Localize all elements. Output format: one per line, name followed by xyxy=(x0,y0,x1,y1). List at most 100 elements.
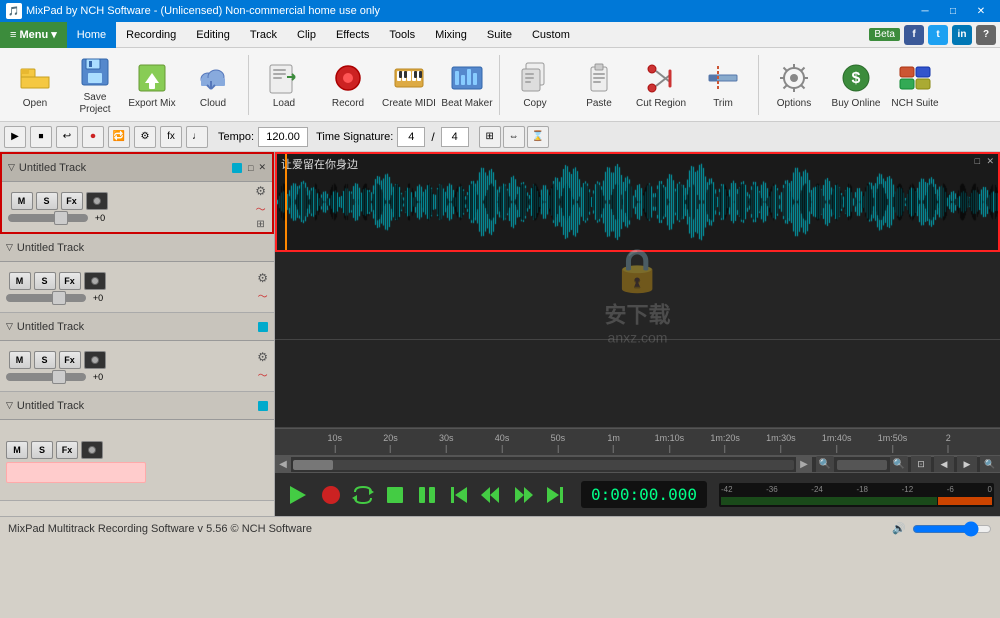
nch-suite-button[interactable]: NCH Suite xyxy=(887,51,943,119)
load-button[interactable]: Load xyxy=(253,51,315,119)
track-mute-4[interactable]: M xyxy=(6,441,28,459)
transport-record-button[interactable] xyxy=(317,481,345,509)
track-wave-icon-3[interactable]: 〜 xyxy=(258,367,268,382)
track-waveform-1[interactable]: 让爱留在你身边 □ ✕ xyxy=(275,152,1000,252)
menu-item-custom[interactable]: Custom xyxy=(522,22,580,48)
master-volume-slider[interactable] xyxy=(912,522,992,536)
menu-item-suite[interactable]: Suite xyxy=(477,22,522,48)
track-settings-icon-1[interactable]: ⚙ xyxy=(255,184,266,198)
buy-online-button[interactable]: $ Buy Online xyxy=(827,51,885,119)
menu-item-clip[interactable]: Clip xyxy=(287,22,326,48)
ctrl-snap-icon[interactable]: ⇔ xyxy=(503,126,525,148)
menu-item-mixing[interactable]: Mixing xyxy=(425,22,477,48)
menu-item-tools[interactable]: Tools xyxy=(379,22,425,48)
transport-forward-button[interactable] xyxy=(509,481,537,509)
transport-to-start-button[interactable] xyxy=(445,481,473,509)
menu-item-home[interactable]: Home xyxy=(67,22,116,48)
track-pan-knob-4[interactable] xyxy=(81,441,103,459)
volume-icon[interactable]: 🔊 xyxy=(892,522,906,535)
ctrl-metronome-icon[interactable]: ♩ xyxy=(186,126,208,148)
track-fx-4[interactable]: Fx xyxy=(56,441,78,459)
scroll-left-btn[interactable]: ◀ xyxy=(275,457,291,473)
close-button[interactable]: ✕ xyxy=(968,3,994,19)
scroll-track[interactable] xyxy=(293,460,794,470)
playhead[interactable] xyxy=(285,154,287,250)
track-volume-slider-2[interactable] xyxy=(6,294,86,302)
open-button[interactable]: Open xyxy=(4,51,66,119)
copy-button[interactable]: Copy xyxy=(504,51,566,119)
paste-button[interactable]: Paste xyxy=(568,51,630,119)
cloud-button[interactable]: Cloud xyxy=(182,51,244,119)
track-pan-knob-3[interactable] xyxy=(84,351,106,369)
track-volume-slider-1[interactable] xyxy=(8,214,88,222)
ctrl-time-icon[interactable]: ⌛ xyxy=(527,126,549,148)
track-fx-1[interactable]: Fx xyxy=(61,192,83,210)
track-waveform-2[interactable]: 🔒 安下载 anxz.com xyxy=(275,252,1000,340)
track-expand-1[interactable]: □ xyxy=(248,163,253,173)
ctrl-fx-icon[interactable]: fx xyxy=(160,126,182,148)
transport-rewind-button[interactable] xyxy=(477,481,505,509)
ctrl-settings-icon[interactable]: ⚙ xyxy=(134,126,156,148)
transport-loop-button[interactable] xyxy=(349,481,377,509)
track-solo-2[interactable]: S xyxy=(34,272,56,290)
transport-to-end-button[interactable] xyxy=(541,481,569,509)
track-settings-icon-3[interactable]: ⚙ xyxy=(257,350,268,364)
ctrl-play-icon[interactable]: ▶ xyxy=(4,126,26,148)
cut-region-button[interactable]: Cut Region xyxy=(632,51,690,119)
track-mute-1[interactable]: M xyxy=(11,192,33,210)
transport-pause-button[interactable] xyxy=(413,481,441,509)
beat-maker-button[interactable]: Beat Maker xyxy=(439,51,495,119)
ctrl-loop-icon[interactable]: 🔁 xyxy=(108,126,130,148)
zoom-in-btn[interactable]: 🔍 xyxy=(890,456,908,474)
track-pan-knob-1[interactable] xyxy=(86,192,108,210)
options-button[interactable]: Options xyxy=(763,51,825,119)
trim-button[interactable]: Trim xyxy=(692,51,754,119)
scroll-right-btn[interactable]: ▶ xyxy=(796,457,812,473)
menu-button[interactable]: ≡ Menu ▾ xyxy=(0,22,67,48)
track-chevron-4[interactable]: ▽ xyxy=(6,400,13,411)
menu-item-editing[interactable]: Editing xyxy=(186,22,240,48)
track-chevron-1[interactable]: ▽ xyxy=(8,162,15,173)
waveform-expand-1[interactable]: □ xyxy=(975,156,980,166)
track-fx-2[interactable]: Fx xyxy=(59,272,81,290)
track-settings-icon-2[interactable]: ⚙ xyxy=(257,271,268,285)
track-wave-icon-2[interactable]: 〜 xyxy=(258,288,268,303)
facebook-icon[interactable]: f xyxy=(904,25,924,45)
track-close-1[interactable]: ✕ xyxy=(258,162,266,173)
create-midi-button[interactable]: Create MIDI xyxy=(381,51,437,119)
track-solo-1[interactable]: S xyxy=(36,192,58,210)
twitter-icon[interactable]: t xyxy=(928,25,948,45)
zoom-out-btn[interactable]: 🔍 xyxy=(816,456,834,474)
maximize-button[interactable]: □ xyxy=(940,3,966,19)
scroll-thumb[interactable] xyxy=(293,460,333,470)
zoom-slider-btn[interactable] xyxy=(837,460,887,470)
play-button[interactable] xyxy=(281,479,313,511)
ctrl-stop-icon[interactable]: ⏹ xyxy=(30,126,52,148)
minimize-button[interactable]: ─ xyxy=(912,3,938,19)
menu-item-track[interactable]: Track xyxy=(240,22,287,48)
track-solo-4[interactable]: S xyxy=(31,441,53,459)
waveform-close-1[interactable]: ✕ xyxy=(986,156,994,167)
time-sig-numerator[interactable] xyxy=(397,127,425,147)
transport-stop-button[interactable] xyxy=(381,481,409,509)
time-sig-denominator[interactable] xyxy=(441,127,469,147)
track-chevron-3[interactable]: ▽ xyxy=(6,321,13,332)
export-mix-button[interactable]: Export Mix xyxy=(124,51,180,119)
ctrl-rewind-icon[interactable]: ↩ xyxy=(56,126,78,148)
track-volume-slider-3[interactable] xyxy=(6,373,86,381)
track-solo-3[interactable]: S xyxy=(34,351,56,369)
track-pan-knob-2[interactable] xyxy=(84,272,106,290)
menu-item-recording[interactable]: Recording xyxy=(116,22,186,48)
save-project-button[interactable]: Save Project xyxy=(68,51,122,119)
ctrl-record-icon[interactable]: ⏺ xyxy=(82,126,104,148)
track-fx-3[interactable]: Fx xyxy=(59,351,81,369)
track-waveform-3[interactable] xyxy=(275,340,1000,428)
track-mute-3[interactable]: M xyxy=(9,351,31,369)
track-chevron-2[interactable]: ▽ xyxy=(6,242,13,253)
ctrl-grid-icon[interactable]: ⊞ xyxy=(479,126,501,148)
track-mute-2[interactable]: M xyxy=(9,272,31,290)
help-icon[interactable]: ? xyxy=(976,25,996,45)
tempo-input[interactable] xyxy=(258,127,308,147)
record-button[interactable]: Record xyxy=(317,51,379,119)
linkedin-icon[interactable]: in xyxy=(952,25,972,45)
